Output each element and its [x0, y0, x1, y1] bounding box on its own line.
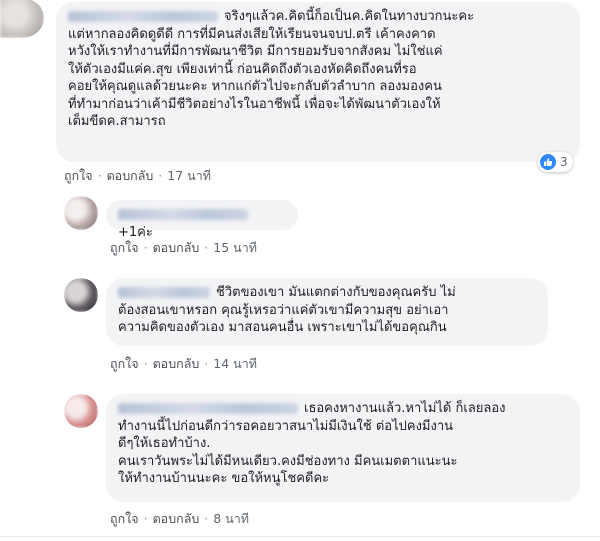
separator: · — [143, 356, 148, 371]
comment-line: หวังให้เราทำงานที่มีการพัฒนาชีวิต มีการย… — [68, 44, 443, 59]
like-link[interactable]: ถูกใจ — [64, 168, 93, 183]
avatar[interactable] — [64, 394, 98, 428]
commenter-name[interactable] — [118, 209, 248, 220]
comment-text: ชีวิตของเขา มันแตกต่างกับของคุณครับ ไม่ … — [118, 284, 536, 337]
reaction-count: 3 — [560, 155, 568, 169]
reaction-badge[interactable]: 3 — [538, 152, 573, 172]
comment-line: +1ค่ะ — [118, 224, 153, 240]
separator: · — [158, 168, 163, 183]
separator: · — [204, 240, 209, 255]
comment-line: คอยให้คุณดูแลด้วยนะคะ หากแก่ตัวไปจะกลับต… — [68, 79, 442, 94]
divider — [0, 536, 600, 537]
comment-time[interactable]: 14 นาที — [213, 356, 257, 371]
like-icon — [540, 154, 556, 170]
avatar-image — [64, 278, 98, 312]
comment-line: จริงๆแล้วค.คิดนี้ก็อเป็นค.คิดในทางบวกนะค… — [224, 9, 475, 24]
commenter-name[interactable] — [118, 403, 298, 414]
comment-actions: ถูกใจ · ตอบกลับ · 14 นาที — [110, 356, 257, 372]
comment-line: ให้ตัวเองมีแค่ค.สุข เพียงเท่านี้ ก่อนคิด… — [68, 61, 417, 77]
separator: · — [97, 168, 102, 183]
comment-actions: ถูกใจ · ตอบกลับ · 15 นาที — [110, 240, 257, 256]
comment-bubble: จริงๆแล้วค.คิดนี้ก็อเป็นค.คิดในทางบวกนะค… — [56, 2, 580, 162]
comment-actions: ถูกใจ · ตอบกลับ · 17 นาที — [64, 168, 211, 184]
avatar-image — [64, 394, 98, 428]
comment-line: ต้องสอนเขาหรอก คุณรู้เหรอว่าแค่ตัวเขามีค… — [118, 302, 449, 318]
comment-time[interactable]: 15 นาที — [213, 240, 257, 255]
comment-text: เธอคงหางานแล้ว.หาไม่ได้ ก็เลยลอง ทำงานนี… — [118, 400, 568, 488]
comment-line: ให้ทำงานบ้านนะคะ ขอให้หนูโชคดีคะ — [118, 471, 330, 486]
separator: · — [204, 356, 209, 371]
commenter-name[interactable] — [118, 287, 210, 298]
avatar-image — [0, 0, 44, 38]
comment-line: เต็มขีดค.สามารถ — [68, 114, 166, 129]
avatar[interactable] — [64, 196, 98, 230]
comment-line: ดีๆให้เธอทำบ้าง. — [118, 436, 211, 451]
separator: · — [143, 511, 148, 526]
comment-line: ความคิดของตัวเอง มาสอนคนอื่น เพราะเขาไม่… — [118, 320, 447, 335]
reply-link[interactable]: ตอบกลับ — [153, 240, 200, 255]
avatar[interactable] — [64, 278, 98, 312]
reply-link[interactable]: ตอบกลับ — [107, 168, 154, 183]
comment-bubble: เธอคงหางานแล้ว.หาไม่ได้ ก็เลยลอง ทำงานนี… — [106, 394, 580, 502]
comment-time[interactable]: 17 นาที — [167, 168, 211, 183]
comment-line: เธอคงหางานแล้ว.หาไม่ได้ ก็เลยลอง — [304, 401, 506, 416]
comment-text: จริงๆแล้วค.คิดนี้ก็อเป็นค.คิดในทางบวกนะค… — [68, 8, 568, 131]
commenter-name[interactable] — [68, 11, 218, 22]
comment-line: ชีวิตของเขา มันแตกต่างกับของคุณครับ ไม่ — [216, 285, 456, 300]
avatar[interactable] — [0, 0, 44, 38]
comment-time[interactable]: 8 นาที — [213, 511, 249, 526]
like-link[interactable]: ถูกใจ — [110, 356, 139, 371]
avatar-image — [64, 196, 98, 230]
comment-bubble: ชีวิตของเขา มันแตกต่างกับของคุณครับ ไม่ … — [106, 278, 548, 346]
separator: · — [204, 511, 209, 526]
comment-line: ที่ทำมาก่อนว่าเค้ามีชีวิตอย่างไรในอาชีพน… — [68, 96, 441, 112]
comment-bubble: +1ค่ะ — [106, 200, 298, 240]
reply-link[interactable]: ตอบกลับ — [153, 511, 200, 526]
comment-line: ทำงานนี้ไปก่อนดีกว่ารอคอยวาสนาไม่มีเงินใ… — [118, 418, 454, 434]
comment-line: คนเราวันพระไม่ได้มีหนเดียว.คงมีช่องทาง ม… — [118, 453, 458, 469]
like-link[interactable]: ถูกใจ — [110, 511, 139, 526]
separator: · — [143, 240, 148, 255]
like-link[interactable]: ถูกใจ — [110, 240, 139, 255]
comment-line: แต่หากลองคิดดูดีดี การที่มีคนส่งเสียให้เ… — [68, 26, 436, 42]
comment-actions: ถูกใจ · ตอบกลับ · 8 นาที — [110, 511, 249, 527]
reply-link[interactable]: ตอบกลับ — [153, 356, 200, 371]
